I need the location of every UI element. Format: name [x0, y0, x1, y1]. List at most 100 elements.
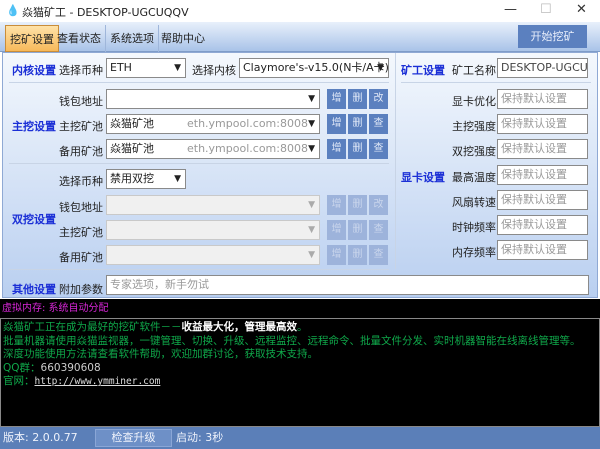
view-pool-button[interactable]: 查: [369, 114, 388, 134]
add-wallet-button[interactable]: 增: [327, 89, 346, 109]
miner-name-label: 矿工名称: [452, 64, 496, 77]
wallet-label: 钱包地址: [59, 95, 103, 108]
divider: [401, 82, 591, 83]
main-pool-value: 焱猫矿池: [110, 117, 154, 130]
dual-edit-wallet-button[interactable]: 改: [369, 195, 388, 215]
dual-coin-value: 禁用双挖: [110, 172, 154, 185]
version-text: 版本: 2.0.0.77: [3, 431, 78, 444]
gpu-field-input[interactable]: 保持默认设置: [497, 139, 588, 160]
dual-wallet-label: 钱包地址: [59, 201, 103, 214]
divider: [9, 163, 389, 164]
dropdown-arrow-icon: ▼: [174, 63, 181, 73]
dropdown-arrow-icon: ▼: [308, 250, 315, 260]
backup-pool-value: 焱猫矿池: [110, 142, 154, 155]
console-highlight: 收益最大化，管理最高效: [181, 321, 298, 333]
other-section-label: 其他设置: [12, 283, 56, 296]
delete-pool-button[interactable]: 删: [348, 114, 367, 134]
qq-number: 660390608: [40, 361, 101, 374]
gpu-field-input[interactable]: 保持默认设置: [497, 215, 588, 235]
dual-wallet-select[interactable]: ▼: [106, 195, 320, 215]
console-line: 深度功能使用方法请查看软件帮助，欢迎加群讨论，获取技术支持。: [3, 348, 318, 361]
console-line: 官网：http://www.ymminer.com: [3, 375, 597, 389]
gpu-field-label: 时钟频率: [452, 221, 496, 234]
app-flame-icon: 💧: [6, 4, 20, 17]
gpu-field-label: 主挖强度: [452, 120, 496, 134]
dual-add-wallet-button[interactable]: 增: [327, 195, 346, 215]
console-line: QQ群：660390608: [3, 362, 597, 376]
wallet-select[interactable]: ▼: [106, 89, 320, 109]
main-pool-address: eth.ympool.com:8008: [187, 117, 308, 130]
view-backup-pool-button[interactable]: 查: [369, 139, 388, 159]
kernel-section-label: 内核设置: [12, 64, 56, 77]
divider: [9, 82, 389, 83]
dual-add-backup-button[interactable]: 增: [327, 245, 346, 265]
gpu-field-input[interactable]: 保持默认设置: [497, 89, 588, 109]
dual-coin-label: 选择币种: [59, 175, 103, 188]
kernel-value: Claymore's-v15.0(N卡/A卡): [243, 61, 389, 74]
miner-name-input[interactable]: DESKTOP-UGCUQQV: [497, 58, 588, 78]
start-mining-button[interactable]: 开始挖矿: [518, 25, 587, 48]
kernel-select[interactable]: Claymore's-v15.0(N卡/A卡) ▼: [239, 58, 389, 78]
dropdown-arrow-icon: ▼: [377, 63, 384, 73]
gpu-field-input[interactable]: 保持默认设置: [497, 189, 588, 210]
tab-help-center[interactable]: 帮助中心: [157, 25, 209, 52]
delete-backup-pool-button[interactable]: 删: [348, 139, 367, 159]
dual-delete-backup-button[interactable]: 删: [348, 245, 367, 265]
maximize-button[interactable]: ☐: [540, 2, 552, 17]
gpu-field-label: 最高温度: [452, 170, 496, 184]
dual-pool-label: 主挖矿池: [59, 226, 103, 239]
dropdown-arrow-icon: ▼: [308, 94, 315, 104]
website-link[interactable]: http://www.ymminer.com: [35, 376, 161, 387]
coin-label: 选择币种: [59, 64, 103, 77]
settings-panel: 内核设置 选择币种 ETH ▼ 选择内核 Claymore's-v15.0(N卡/…: [2, 52, 598, 298]
title-bar: 💧 焱猫矿工 - DESKTOP-UGCUQQV — ☐ ✕: [0, 0, 600, 22]
coin-value: ETH: [110, 61, 132, 74]
backup-pool-select[interactable]: 焱猫矿池 eth.ympool.com:8008 ▼: [106, 139, 320, 159]
dropdown-arrow-icon: ▼: [308, 144, 315, 154]
check-update-button[interactable]: 检查升级: [95, 429, 172, 447]
dual-coin-select[interactable]: 禁用双挖 ▼: [106, 169, 186, 189]
tab-system-options[interactable]: 系统选项: [106, 25, 159, 52]
dropdown-arrow-icon: ▼: [308, 119, 315, 129]
gpu-field-input[interactable]: 保持默认设置: [497, 240, 588, 261]
status-bar: 版本: 2.0.0.77 检查升级 启动: 3秒: [0, 427, 600, 449]
column-divider: [395, 53, 396, 269]
close-button[interactable]: ✕: [576, 2, 587, 17]
tab-mining-settings[interactable]: 挖矿设置: [5, 25, 59, 52]
console-text: 焱猫矿工正在成为最好的挖矿软件－－: [3, 321, 182, 333]
dropdown-arrow-icon: ▼: [308, 225, 315, 235]
delete-wallet-button[interactable]: 删: [348, 89, 367, 109]
dropdown-arrow-icon: ▼: [308, 200, 315, 210]
coin-select[interactable]: ETH ▼: [106, 58, 186, 78]
dual-delete-pool-button[interactable]: 删: [348, 220, 367, 240]
add-backup-pool-button[interactable]: 增: [327, 139, 346, 159]
gpu-section-label: 显卡设置: [401, 171, 445, 184]
dual-pool-select[interactable]: ▼: [106, 220, 320, 240]
gpu-field-label: 双挖强度: [452, 145, 496, 159]
dual-view-backup-button[interactable]: 查: [369, 245, 388, 265]
console-text: 。: [297, 321, 308, 333]
edit-wallet-button[interactable]: 改: [369, 89, 388, 109]
main-pool-select[interactable]: 焱猫矿池 eth.ympool.com:8008 ▼: [106, 114, 320, 134]
console-line: 批量机器请使用焱猫监视器，一键管理、切换、升级、远程监控、远程命令、批量文件分发…: [3, 334, 581, 347]
main-pool-label: 主挖矿池: [59, 120, 103, 133]
gpu-field-label: 内存频率: [452, 246, 496, 260]
tab-view-status[interactable]: 查看状态: [53, 25, 106, 52]
dual-view-pool-button[interactable]: 查: [369, 220, 388, 240]
extra-params-input[interactable]: 专家选项，新手勿试: [106, 275, 589, 295]
dual-delete-wallet-button[interactable]: 删: [348, 195, 367, 215]
backup-pool-label: 备用矿池: [59, 145, 103, 158]
minimize-button[interactable]: —: [504, 2, 517, 17]
gpu-field-input[interactable]: 保持默认设置: [497, 164, 588, 185]
qq-label: QQ群：: [3, 361, 41, 374]
gpu-field-input[interactable]: 保持默认设置: [497, 114, 588, 135]
kernel-label: 选择内核: [192, 64, 236, 77]
add-pool-button[interactable]: 增: [327, 114, 346, 134]
dual-backup-select[interactable]: ▼: [106, 245, 320, 265]
window-title: 焱猫矿工 - DESKTOP-UGCUQQV: [22, 6, 189, 19]
dual-add-pool-button[interactable]: 增: [327, 220, 346, 240]
console-line: 焱猫矿工正在成为最好的挖矿软件－－收益最大化，管理最高效。: [3, 321, 597, 335]
uptime-text: 启动: 3秒: [176, 431, 224, 444]
extra-params-label: 附加参数: [59, 283, 103, 296]
miner-section-label: 矿工设置: [401, 64, 445, 77]
